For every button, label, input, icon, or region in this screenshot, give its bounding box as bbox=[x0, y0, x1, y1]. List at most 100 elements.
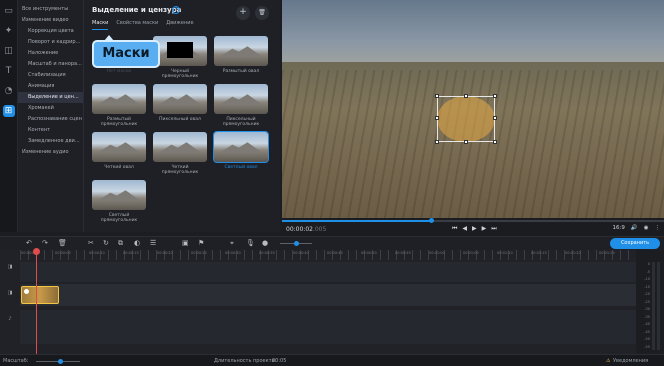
mask-thumbnail[interactable] bbox=[153, 84, 207, 114]
mask-thumbnail[interactable] bbox=[214, 84, 268, 114]
tree-item[interactable]: Изменение видео bbox=[18, 15, 83, 26]
rotate-icon[interactable]: ↻ bbox=[103, 239, 109, 247]
undo-icon[interactable]: ↶ bbox=[26, 239, 32, 247]
tree-item[interactable]: Изменение аудио bbox=[18, 147, 83, 158]
transitions-icon[interactable]: ◫ bbox=[3, 45, 15, 57]
resize-handle[interactable] bbox=[464, 140, 468, 144]
time-ruler[interactable]: 00:00:00 00:00:05 00:00:10 00:00:15 00:00:20… bbox=[20, 250, 636, 260]
frame-back-icon[interactable]: ◀ bbox=[462, 225, 467, 233]
black-box-preview bbox=[167, 42, 193, 58]
time-main: 00:00:02 bbox=[286, 226, 313, 233]
add-button[interactable]: + bbox=[236, 6, 250, 20]
zoom-knob[interactable] bbox=[294, 241, 299, 246]
tree-item[interactable]: Контент bbox=[18, 125, 83, 136]
progress-knob[interactable] bbox=[428, 218, 434, 223]
tree-item[interactable]: Распознавание сцен bbox=[18, 114, 83, 125]
track-audio-icon[interactable]: ♪ bbox=[0, 316, 20, 322]
flag-icon[interactable]: ⚑ bbox=[198, 239, 204, 247]
mask-thumbnail[interactable] bbox=[153, 132, 207, 162]
skip-forward-icon[interactable]: ⏭ bbox=[491, 225, 496, 233]
tree-item[interactable]: Все инструменты bbox=[18, 4, 83, 15]
frame-forward-icon[interactable]: ▶ bbox=[482, 225, 487, 233]
play-icon[interactable]: ▶ bbox=[472, 225, 477, 233]
ruler-label: 00:00:15 bbox=[123, 251, 139, 255]
import-icon[interactable]: ▭ bbox=[3, 5, 15, 17]
skip-back-icon[interactable]: ⏮ bbox=[452, 225, 457, 233]
help-icon[interactable]: ? bbox=[172, 6, 180, 14]
meter-label: -40 bbox=[644, 322, 650, 326]
more-tools-icon[interactable]: ⊞ bbox=[2, 105, 15, 117]
ruler-label: 00:00:45 bbox=[327, 251, 343, 255]
notifications-link[interactable]: Уведомления bbox=[613, 358, 648, 364]
track-audio[interactable] bbox=[20, 310, 636, 344]
tree-item[interactable]: Поворот и кадриро... bbox=[18, 37, 83, 48]
tree-item[interactable]: Анимация bbox=[18, 81, 83, 92]
tree-item[interactable]: Замедленное движ... bbox=[18, 136, 83, 147]
titles-icon[interactable]: T bbox=[3, 65, 15, 77]
cut-icon[interactable]: ✂ bbox=[88, 239, 94, 247]
ruler-label: 00:00:05 bbox=[55, 251, 71, 255]
resize-handle[interactable] bbox=[435, 116, 439, 120]
mask-thumbnail[interactable] bbox=[214, 36, 268, 66]
mask-thumbnail[interactable] bbox=[92, 132, 146, 162]
resize-handle[interactable] bbox=[464, 94, 468, 98]
resize-handle[interactable] bbox=[493, 94, 497, 98]
tree-item[interactable]: Хромакей bbox=[18, 103, 83, 114]
mask-thumbnail[interactable] bbox=[92, 84, 146, 114]
tree-item[interactable]: Наложение bbox=[18, 48, 83, 59]
track-main-icon[interactable]: ◨ bbox=[0, 290, 20, 296]
mask-thumbnail[interactable] bbox=[213, 131, 269, 163]
meter-label: -20 bbox=[644, 292, 650, 296]
magic-icon[interactable]: ✦ bbox=[3, 25, 15, 37]
tree-item[interactable]: Выделение и цен... bbox=[18, 92, 83, 103]
track-main[interactable] bbox=[20, 284, 636, 306]
resize-handle[interactable] bbox=[493, 116, 497, 120]
video-preview[interactable] bbox=[282, 0, 664, 218]
list-icon[interactable]: ☰ bbox=[150, 239, 156, 247]
tree-item[interactable]: Коррекция цвета bbox=[18, 26, 83, 37]
crop-icon[interactable]: ⧉ bbox=[118, 239, 123, 248]
tool-rail: ▭ ✦ ◫ T ◔ ⊞ bbox=[0, 0, 18, 232]
track-video-icon[interactable]: ◨ bbox=[0, 264, 20, 270]
volume-icon[interactable]: 🔊 bbox=[631, 225, 638, 231]
mic-icon[interactable]: 🎙 bbox=[246, 239, 255, 247]
color-icon[interactable]: ◐ bbox=[134, 239, 140, 247]
clip-properties-icon[interactable]: ▣ bbox=[182, 239, 189, 247]
camera-icon[interactable]: ◉ bbox=[644, 225, 649, 231]
mask-thumbnail[interactable] bbox=[92, 180, 146, 210]
track-overlay[interactable] bbox=[20, 262, 636, 282]
tab-masks[interactable]: Маски bbox=[92, 20, 109, 30]
delete-button[interactable]: 🗑 bbox=[255, 6, 269, 20]
meter-label: -5 bbox=[646, 269, 651, 274]
more-icon[interactable]: ⋮ bbox=[655, 225, 661, 231]
video-clip[interactable] bbox=[21, 286, 59, 304]
record-icon[interactable]: ● bbox=[262, 239, 268, 247]
aspect-select[interactable]: 16:9 bbox=[612, 225, 624, 231]
meter-label: 0 bbox=[647, 262, 650, 266]
meter-label: -30 bbox=[644, 307, 650, 311]
editor-window: ▭ ✦ ◫ T ◔ ⊞ Все инструменты Изменение вид… bbox=[0, 0, 664, 366]
redo-icon[interactable]: ↷ bbox=[42, 239, 48, 247]
mask-thumbnail[interactable] bbox=[153, 36, 207, 66]
mask-label: Светлый овал bbox=[224, 165, 258, 170]
mask-overlay[interactable] bbox=[435, 94, 497, 144]
progress-slider[interactable] bbox=[282, 218, 664, 223]
playhead[interactable] bbox=[33, 248, 40, 354]
bell-icon[interactable]: ⚠ bbox=[606, 358, 610, 364]
resize-handle[interactable] bbox=[435, 94, 439, 98]
meter-label: -35 bbox=[644, 314, 650, 319]
marker-icon[interactable]: ⌖ bbox=[230, 239, 234, 248]
trash-icon[interactable]: 🗑 bbox=[58, 239, 67, 247]
tree-item[interactable]: Стабилизация bbox=[18, 70, 83, 81]
meter-bar-left bbox=[657, 262, 660, 350]
resize-handle[interactable] bbox=[493, 140, 497, 144]
progress-fill bbox=[282, 220, 431, 222]
export-button[interactable]: Сохранить bbox=[610, 238, 660, 249]
mask-label: Нет маски bbox=[106, 69, 132, 74]
tab-mask-properties[interactable]: Свойства маски bbox=[116, 20, 158, 30]
resize-handle[interactable] bbox=[435, 140, 439, 144]
scale-knob[interactable] bbox=[58, 359, 63, 364]
tree-item[interactable]: Масштаб и панора... bbox=[18, 59, 83, 70]
stickers-icon[interactable]: ◔ bbox=[3, 85, 15, 97]
tab-motion[interactable]: Движение bbox=[166, 20, 193, 30]
